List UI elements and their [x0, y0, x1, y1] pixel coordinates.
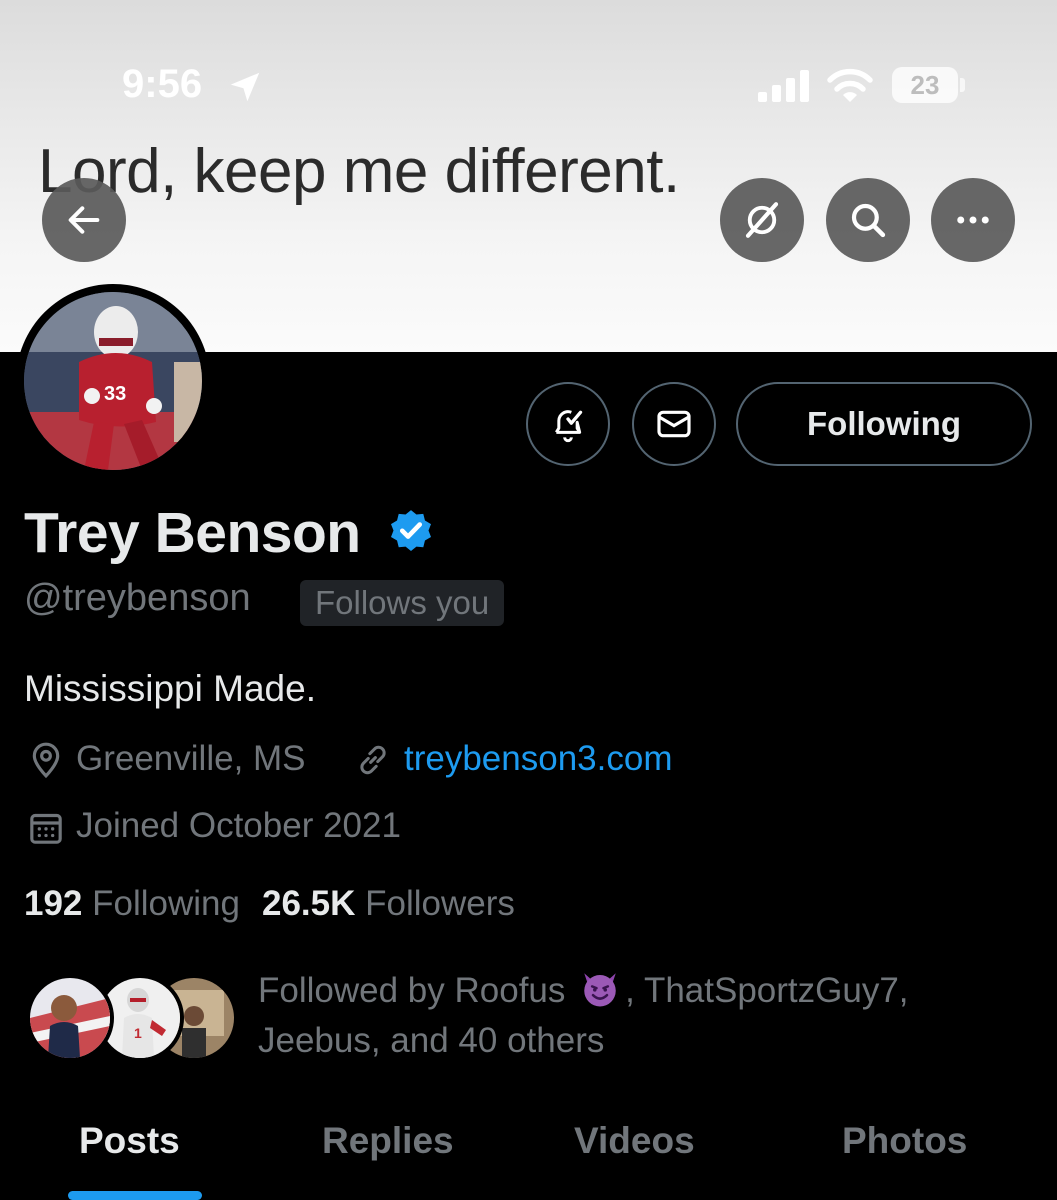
battery-nub [960, 78, 965, 92]
bio: Mississippi Made. [24, 668, 316, 709]
tab-photos[interactable]: Photos [842, 1120, 967, 1162]
profile-avatar[interactable]: 33 [16, 284, 210, 478]
grok-icon [745, 202, 779, 238]
search-icon [851, 203, 886, 238]
link-icon [360, 745, 386, 775]
followed-by-suffix: , ThatSportzGuy7, [625, 971, 909, 1010]
following-label: Following [92, 884, 240, 923]
following-button[interactable]: Following [736, 382, 1032, 466]
banner-quote: Lord, keep me different. [38, 137, 680, 206]
smiling-devil-emoji-icon [584, 973, 616, 1007]
notification-button[interactable] [526, 382, 610, 466]
grok-button[interactable] [720, 178, 804, 262]
followed-by-others[interactable]: Jeebus, and 40 others [258, 1021, 604, 1061]
followed-by-prefix: Followed by Roofus [258, 971, 566, 1010]
avatar-photo: 33 [24, 292, 202, 470]
website-link[interactable]: treybenson3.com [404, 739, 672, 779]
more-icon [957, 216, 989, 224]
follow-stats: 192 Following 26.5K Followers [24, 884, 515, 924]
following-count: 192 [24, 884, 83, 923]
tab-videos[interactable]: Videos [574, 1120, 695, 1162]
location-text: Greenville, MS [76, 739, 306, 778]
followers-count: 26.5K [262, 884, 356, 923]
follower-avatar[interactable] [26, 974, 114, 1062]
cellular-signal-icon [758, 70, 809, 102]
following-stat[interactable]: 192 Following [24, 884, 240, 923]
location-pin-icon [32, 742, 60, 779]
followers-stat[interactable]: 26.5K Followers [262, 884, 515, 923]
joined-date: Joined October 2021 [76, 806, 401, 845]
wifi-icon [827, 68, 873, 102]
search-button[interactable] [826, 178, 910, 262]
follower-avatar-photo [30, 978, 110, 1058]
svg-text:1: 1 [134, 1025, 142, 1041]
message-button[interactable] [632, 382, 716, 466]
battery-level: 23 [910, 69, 940, 100]
message-icon [657, 410, 691, 438]
handle: @treybenson [24, 577, 251, 619]
status-time: 9:56 [122, 62, 203, 106]
tab-posts[interactable]: Posts [79, 1120, 180, 1162]
tab-replies[interactable]: Replies [322, 1120, 454, 1162]
display-name: Trey Benson [24, 501, 361, 565]
verified-icon[interactable] [386, 507, 436, 557]
battery-indicator: 23 [892, 67, 958, 103]
notification-bell-icon [555, 410, 583, 443]
followers-label: Followers [365, 884, 515, 923]
back-arrow-icon [68, 206, 100, 234]
calendar-icon [30, 813, 62, 844]
location-arrow-icon [230, 72, 260, 102]
followed-by-text[interactable]: Followed by Roofus , ThatSportzGuy7, [258, 968, 909, 1011]
more-options-button[interactable] [931, 178, 1015, 262]
active-tab-indicator [68, 1191, 202, 1200]
back-button[interactable] [42, 178, 126, 262]
follows-you-badge: Follows you [300, 580, 505, 626]
svg-text:33: 33 [104, 383, 126, 405]
